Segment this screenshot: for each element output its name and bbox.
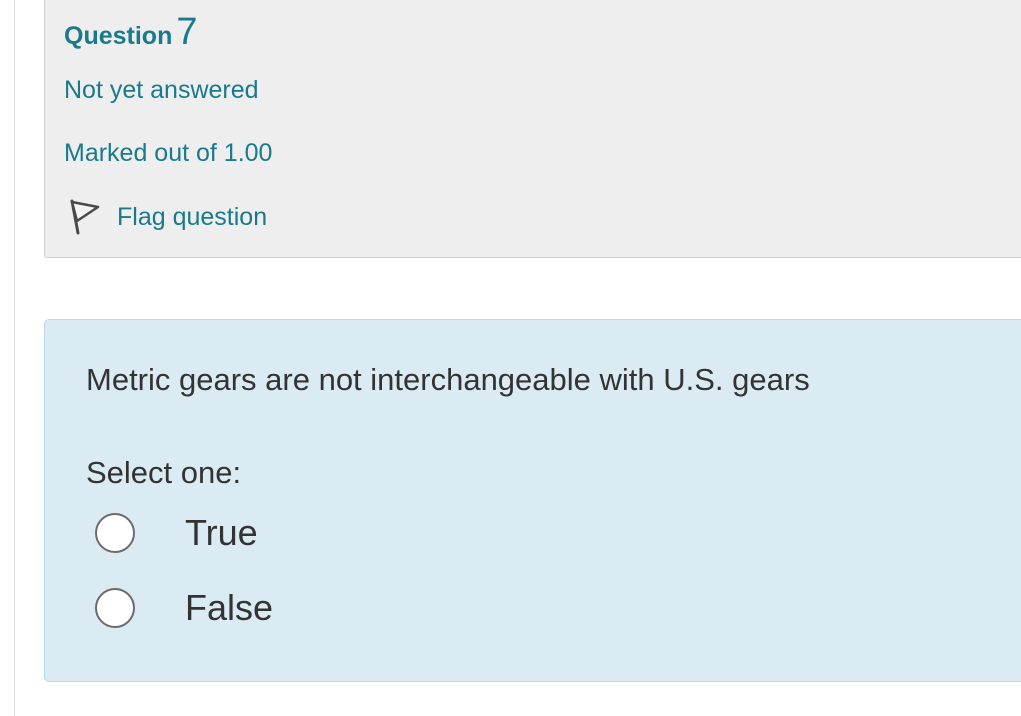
flag-icon[interactable] — [67, 198, 101, 236]
question-content-panel: Metric gears are not interchangeable wit… — [44, 319, 1021, 682]
answer-option-label[interactable]: True — [185, 512, 258, 554]
radio-button-true[interactable] — [95, 513, 135, 553]
flag-question-label[interactable]: Flag question — [117, 203, 267, 232]
answer-option-true[interactable]: True — [95, 510, 258, 556]
question-text: Metric gears are not interchangeable wit… — [86, 362, 810, 397]
question-grade: Marked out of 1.00 — [64, 139, 273, 167]
radio-button-false[interactable] — [95, 588, 135, 628]
question-state: Not yet answered — [64, 76, 259, 104]
page-left-border — [14, 0, 15, 716]
select-one-prompt: Select one: — [86, 455, 242, 490]
flag-question-link[interactable]: Flag question — [67, 197, 267, 237]
question-info-panel: Question 7 Not yet answered Marked out of… — [44, 0, 1021, 258]
answer-option-label[interactable]: False — [185, 587, 273, 629]
question-label: Question — [64, 22, 173, 50]
answer-option-false[interactable]: False — [95, 585, 273, 631]
question-number-heading: Question 7 — [64, 11, 197, 54]
question-number: 7 — [176, 11, 198, 53]
